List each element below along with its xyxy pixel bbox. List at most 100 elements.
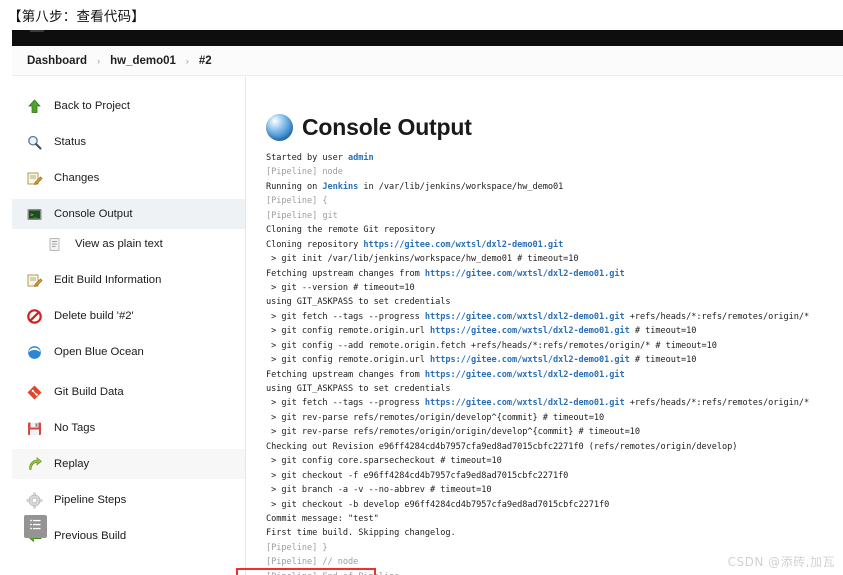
console-line: > git checkout -f e96ff4284cd4b7957cfa9e… xyxy=(266,469,842,483)
sidebar-item-label: Status xyxy=(54,136,87,148)
console-link[interactable]: https://gitee.com/wxtsl/dxl2-demo01.git xyxy=(425,269,625,279)
console-line: [Pipeline] git xyxy=(266,209,842,223)
blue-ocean-icon xyxy=(26,344,43,361)
console-pipeline-text: [Pipeline] git xyxy=(266,210,338,221)
console-line: [Pipeline] End of Pipeline xyxy=(266,570,842,575)
console-text: Cloning the remote Git repository xyxy=(266,225,436,236)
console-text: in /var/lib/jenkins/workspace/hw_demo01 xyxy=(358,181,564,192)
content-area: Back to Project Status Changes >_ Consol… xyxy=(12,77,843,575)
console-text: Running on xyxy=(266,181,323,192)
console-line: Running on Jenkins in /var/lib/jenkins/w… xyxy=(266,180,842,194)
console-link[interactable]: https://gitee.com/wxtsl/dxl2-demo01.git xyxy=(425,398,625,408)
console-line: Commit message: "test" xyxy=(266,512,842,526)
console-text: using GIT_ASKPASS to set credentials xyxy=(266,297,451,308)
console-line: > git fetch --tags --progress https://gi… xyxy=(266,310,842,324)
sidebar-item-pipeline-steps[interactable]: Pipeline Steps xyxy=(12,485,245,515)
sidebar-collapse-button[interactable] xyxy=(24,515,47,538)
sidebar-item-edit-build-information[interactable]: Edit Build Information xyxy=(12,265,245,295)
terminal-icon: >_ xyxy=(26,206,43,223)
svg-text:>_: >_ xyxy=(30,212,37,218)
console-link[interactable]: https://gitee.com/wxtsl/dxl2-demo01.git xyxy=(425,312,625,322)
sidebar-item-console-output[interactable]: >_ Console Output xyxy=(12,199,245,229)
console-output-log: Started by user admin [Pipeline] node Runn… xyxy=(266,151,842,575)
breadcrumb-item-dashboard[interactable]: Dashboard xyxy=(27,55,87,67)
console-line: > git config core.sparsecheckout # timeo… xyxy=(266,454,842,468)
console-text: Cloning repository xyxy=(266,239,364,250)
annotation-caption-bar: 【第八步：查看代码】 xyxy=(0,0,843,30)
console-text: > git branch -a -v --no-abbrev # timeout… xyxy=(266,485,492,496)
breadcrumb-item-build[interactable]: #2 xyxy=(199,55,212,67)
floppy-save-icon xyxy=(26,420,43,437)
console-line: Checking out Revision e96ff4284cd4b7957c… xyxy=(266,440,842,454)
console-line: Fetching upstream changes from https://g… xyxy=(266,267,842,281)
console-link[interactable]: Jenkins xyxy=(322,182,358,192)
console-text: +refs/heads/*:refs/remotes/origin/* xyxy=(624,311,810,322)
sidebar-item-view-as-plain-text[interactable]: View as plain text xyxy=(12,229,245,259)
console-pipeline-text: [Pipeline] node xyxy=(266,167,343,178)
sidebar-item-label: View as plain text xyxy=(75,238,163,250)
console-link[interactable]: https://gitee.com/wxtsl/dxl2-demo01.git xyxy=(425,370,625,380)
console-line: Cloning the remote Git repository xyxy=(266,223,842,237)
console-line: > git checkout -b develop e96ff4284cd4b7… xyxy=(266,498,842,512)
console-text: # timeout=10 xyxy=(629,326,697,337)
console-pipeline-text: [Pipeline] } xyxy=(266,542,328,553)
console-line: Cloning repository https://gitee.com/wxt… xyxy=(266,238,842,252)
console-link[interactable]: https://gitee.com/wxtsl/dxl2-demo01.git xyxy=(430,355,630,365)
console-link[interactable]: admin xyxy=(348,153,374,163)
sidebar-item-no-tags[interactable]: No Tags xyxy=(12,413,245,443)
console-line: > git config --add remote.origin.fetch +… xyxy=(266,339,842,353)
sidebar-item-open-blue-ocean[interactable]: Open Blue Ocean xyxy=(12,337,245,367)
sidebar-item-changes[interactable]: Changes xyxy=(12,163,245,193)
console-text: +refs/heads/*:refs/remotes/origin/* xyxy=(624,398,810,409)
edit-document-icon xyxy=(26,272,43,289)
console-text: using GIT_ASKPASS to set credentials xyxy=(266,384,451,394)
git-diamond-icon xyxy=(26,384,43,401)
magnifier-icon xyxy=(26,134,43,151)
no-entry-icon xyxy=(26,308,43,325)
console-text: > git checkout -b develop e96ff4284cd4b7… xyxy=(266,499,610,510)
console-link[interactable]: https://gitee.com/wxtsl/dxl2-demo01.git xyxy=(363,240,563,250)
console-text: > git fetch --tags --progress xyxy=(266,398,425,409)
console-text: > git config --add remote.origin.fetch +… xyxy=(266,340,717,351)
breadcrumb: Dashboard › hw_demo01 › #2 xyxy=(12,46,843,76)
console-line: > git rev-parse refs/remotes/origin/deve… xyxy=(266,411,842,425)
console-line: [Pipeline] node xyxy=(266,165,842,179)
sidebar-item-label: Pipeline Steps xyxy=(54,494,127,506)
console-text: > git rev-parse refs/remotes/origin/orig… xyxy=(266,427,641,438)
console-line: > git fetch --tags --progress https://gi… xyxy=(266,396,842,410)
main-panel: Console Output Started by user admin [Pip… xyxy=(246,77,843,575)
top-bar-nub xyxy=(30,30,44,32)
edit-document-icon xyxy=(26,170,43,187)
breadcrumb-separator-icon: › xyxy=(97,55,101,66)
breadcrumb-separator-icon: › xyxy=(185,55,189,66)
console-text: > git config remote.origin.url xyxy=(266,326,430,337)
console-line: > git rev-parse refs/remotes/origin/orig… xyxy=(266,425,842,439)
console-line: > git config remote.origin.url https://g… xyxy=(266,353,842,367)
console-text: > git rev-parse refs/remotes/origin/deve… xyxy=(266,412,605,423)
sidebar-item-back-to-project[interactable]: Back to Project xyxy=(12,91,245,121)
console-text: Commit message: "test" xyxy=(266,513,379,524)
sidebar-item-label: Console Output xyxy=(54,208,133,220)
console-text: > git fetch --tags --progress xyxy=(266,311,425,322)
console-text: > git checkout -f e96ff4284cd4b7957cfa9e… xyxy=(266,470,569,481)
console-line: Fetching upstream changes from https://g… xyxy=(266,368,842,382)
sidebar-item-status[interactable]: Status xyxy=(12,127,245,157)
replay-arrow-icon xyxy=(26,456,43,473)
up-arrow-icon xyxy=(26,98,43,115)
list-collapse-icon xyxy=(29,518,42,536)
sidebar-item-label: Git Build Data xyxy=(54,386,124,398)
annotation-caption-text: 【第八步：查看代码】 xyxy=(8,9,145,25)
sidebar-item-replay[interactable]: Replay xyxy=(12,449,245,479)
console-link[interactable]: https://gitee.com/wxtsl/dxl2-demo01.git xyxy=(430,326,630,336)
console-text: # timeout=10 xyxy=(629,355,697,366)
console-line: Started by user admin xyxy=(266,151,842,165)
watermark: CSDN @添砖,加瓦 xyxy=(727,555,835,569)
console-text: Started by user xyxy=(266,153,348,163)
blue-ball-icon xyxy=(266,114,293,141)
console-pipeline-text: [Pipeline] { xyxy=(266,196,328,207)
console-pipeline-text: [Pipeline] // node xyxy=(266,557,359,568)
sidebar-item-git-build-data[interactable]: Git Build Data xyxy=(12,377,245,407)
sidebar-item-delete-build[interactable]: Delete build '#2' xyxy=(12,301,245,331)
console-text: > git config remote.origin.url xyxy=(266,355,430,366)
breadcrumb-item-job[interactable]: hw_demo01 xyxy=(110,55,176,67)
